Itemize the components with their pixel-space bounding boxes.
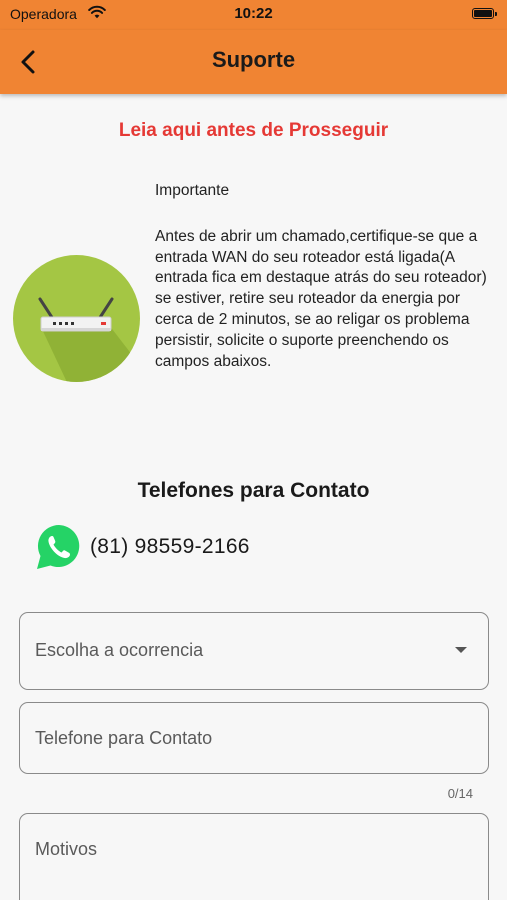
phone-placeholder: Telefone para Contato [35,728,213,748]
reasons-textarea[interactable]: Motivos [19,813,489,900]
notice-heading: Leia aqui antes de Prosseguir [118,120,389,141]
whatsapp-icon[interactable] [35,523,83,571]
reasons-placeholder: Motivos [35,839,98,859]
battery-icon [472,8,497,19]
contact-phone[interactable]: (81) 98559-2166 [90,535,250,559]
phone-char-counter: 0/14 [447,786,473,801]
contact-title: Telefones para Contato [137,479,370,502]
status-bar: Operadora 10:22 [0,0,507,30]
notice-body: Antes de abrir um chamado,certifique-se … [155,227,487,370]
dropdown-arrow-icon [455,647,467,653]
status-time: 10:22 [234,5,273,22]
notice-text: Importante Antes de abrir um chamado,cer… [155,181,490,372]
app-bar: Suporte [0,30,507,94]
occurrence-placeholder: Escolha a ocorrencia [35,640,204,660]
page-title: Suporte [211,47,296,72]
router-icon [13,255,140,382]
notice-subheading: Importante [155,182,230,199]
contact-phone-input[interactable]: Telefone para Contato [19,702,489,774]
occurrence-dropdown[interactable]: Escolha a ocorrencia [19,612,489,690]
